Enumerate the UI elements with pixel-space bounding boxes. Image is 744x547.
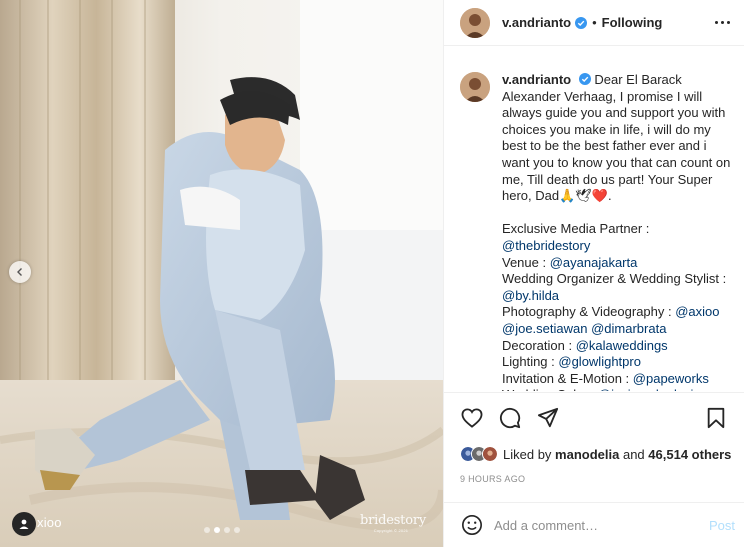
mention-link[interactable]: @glowlightpro	[558, 354, 641, 369]
caption-emoji: 🙏🕊	[559, 188, 592, 204]
post-media[interactable]: xioo bridestory Copyright © 2021	[0, 0, 443, 547]
credit-label: Lighting :	[502, 354, 559, 370]
credit-line: Wedding Cake : @ivoirecakedesign	[502, 387, 734, 391]
caption-username[interactable]: v.andrianto	[502, 72, 571, 87]
watermark-copyright: Copyright © 2021	[373, 528, 409, 533]
credit-line: Decoration : @kalaweddings	[502, 338, 734, 355]
mention-link[interactable]: @ivoirecakedesign	[598, 387, 708, 391]
bookmark-icon	[707, 407, 725, 428]
header-username[interactable]: v.andrianto	[502, 15, 571, 30]
avatar-image	[460, 7, 490, 38]
mention-link[interactable]: @papeworks	[633, 371, 709, 386]
share-icon	[537, 407, 559, 427]
emoji-icon	[462, 515, 482, 535]
carousel-dot	[203, 527, 210, 533]
mention-link[interactable]: @joe.setiawan	[502, 321, 587, 336]
avatar-image	[460, 72, 490, 102]
credit-line: Venue : @ayanajakarta	[502, 255, 734, 272]
like-button[interactable]	[460, 406, 484, 430]
credit-line: Exclusive Media Partner : @thebridestory	[502, 221, 734, 254]
post-header: v.andrianto • Following	[444, 0, 744, 46]
credit-label: Wedding Organizer & Wedding Stylist :	[502, 271, 727, 287]
liker-avatar[interactable]	[482, 446, 498, 462]
mention-link[interactable]: @by.hilda	[502, 288, 559, 303]
comment-input[interactable]	[494, 517, 709, 533]
post-comment-button[interactable]: Post	[709, 518, 735, 533]
mention-link[interactable]: @axioo	[675, 304, 719, 319]
credit-line: Invitation & E-Motion : @papeworks	[502, 371, 734, 388]
credits-list: Exclusive Media Partner : @thebridestory…	[502, 221, 734, 391]
mention-link[interactable]: @kalaweddings	[576, 338, 668, 353]
credit-line: Photography & Videography : @axioo @joe.…	[502, 304, 734, 337]
save-button[interactable]	[704, 406, 728, 430]
avatar[interactable]	[460, 7, 490, 38]
likes-count-link[interactable]: 46,514 others	[648, 447, 731, 462]
emoji-button[interactable]	[460, 513, 484, 537]
caption-end: .	[607, 188, 612, 204]
credit-label: Wedding Cake :	[502, 387, 598, 391]
caption-avatar[interactable]	[460, 72, 490, 102]
carousel-prev-button[interactable]	[9, 261, 31, 283]
comment-icon	[499, 407, 521, 428]
post-sidebar: v.andrianto • Following v.andrianto Dear…	[443, 0, 744, 547]
more-options-button[interactable]	[715, 15, 730, 30]
carousel-dot-active	[213, 527, 220, 533]
more-icon	[715, 21, 718, 24]
credit-label: Decoration :	[502, 337, 576, 353]
verified-icon	[575, 16, 588, 29]
first-liker-link[interactable]: manodelia	[555, 447, 619, 462]
credit-label: Invitation & E-Motion :	[502, 370, 633, 386]
photo-tag-text: xioo	[37, 515, 62, 530]
mention-link[interactable]: @thebridestory	[502, 238, 590, 253]
carousel-dot	[223, 527, 230, 533]
bridestory-watermark: bridestory Copyright © 2021	[360, 513, 426, 538]
likes-summary: Liked by manodelia and 46,514 others	[460, 444, 731, 464]
carousel-dot	[233, 527, 240, 533]
caption-section: v.andrianto Dear El Barack Alexander Ver…	[444, 46, 744, 391]
post-timestamp[interactable]: 9 HOURS AGO	[460, 474, 525, 484]
user-tag-icon	[19, 519, 29, 529]
mention-link[interactable]: @dimarbrata	[591, 321, 666, 336]
liked-by-prefix: Liked by	[503, 446, 552, 462]
caption-message: Dear El Barack Alexander Verhaag, I prom…	[502, 72, 731, 204]
watermark-brand: bridestory	[360, 513, 426, 528]
share-button[interactable]	[536, 406, 560, 430]
credit-label: Photography & Videography :	[502, 304, 676, 320]
liked-by-joiner: and	[622, 446, 645, 462]
tagged-users-button[interactable]	[12, 512, 36, 536]
caption-row: v.andrianto Dear El Barack Alexander Ver…	[460, 72, 734, 391]
following-button[interactable]: Following	[602, 15, 663, 30]
chevron-left-icon	[17, 268, 22, 276]
credit-label: Venue :	[502, 254, 550, 270]
comment-button[interactable]	[498, 406, 522, 430]
credit-line: Wedding Organizer & Wedding Stylist : @b…	[502, 271, 734, 304]
credit-label: Exclusive Media Partner :	[502, 221, 650, 237]
heart-emoji: ❤️	[591, 188, 608, 204]
post-photo	[0, 0, 443, 547]
comment-form: Post	[444, 502, 744, 547]
mention-link[interactable]: @ayanajakarta	[550, 255, 638, 270]
heart-icon	[461, 407, 483, 428]
caption-text: v.andrianto Dear El Barack Alexander Ver…	[502, 72, 734, 391]
liked-by-text: Liked by manodelia and 46,514 others	[503, 447, 731, 462]
action-bar	[444, 392, 744, 442]
credit-line: Lighting : @glowlightpro	[502, 354, 734, 371]
header-separator: •	[592, 15, 597, 30]
verified-icon	[578, 73, 591, 85]
